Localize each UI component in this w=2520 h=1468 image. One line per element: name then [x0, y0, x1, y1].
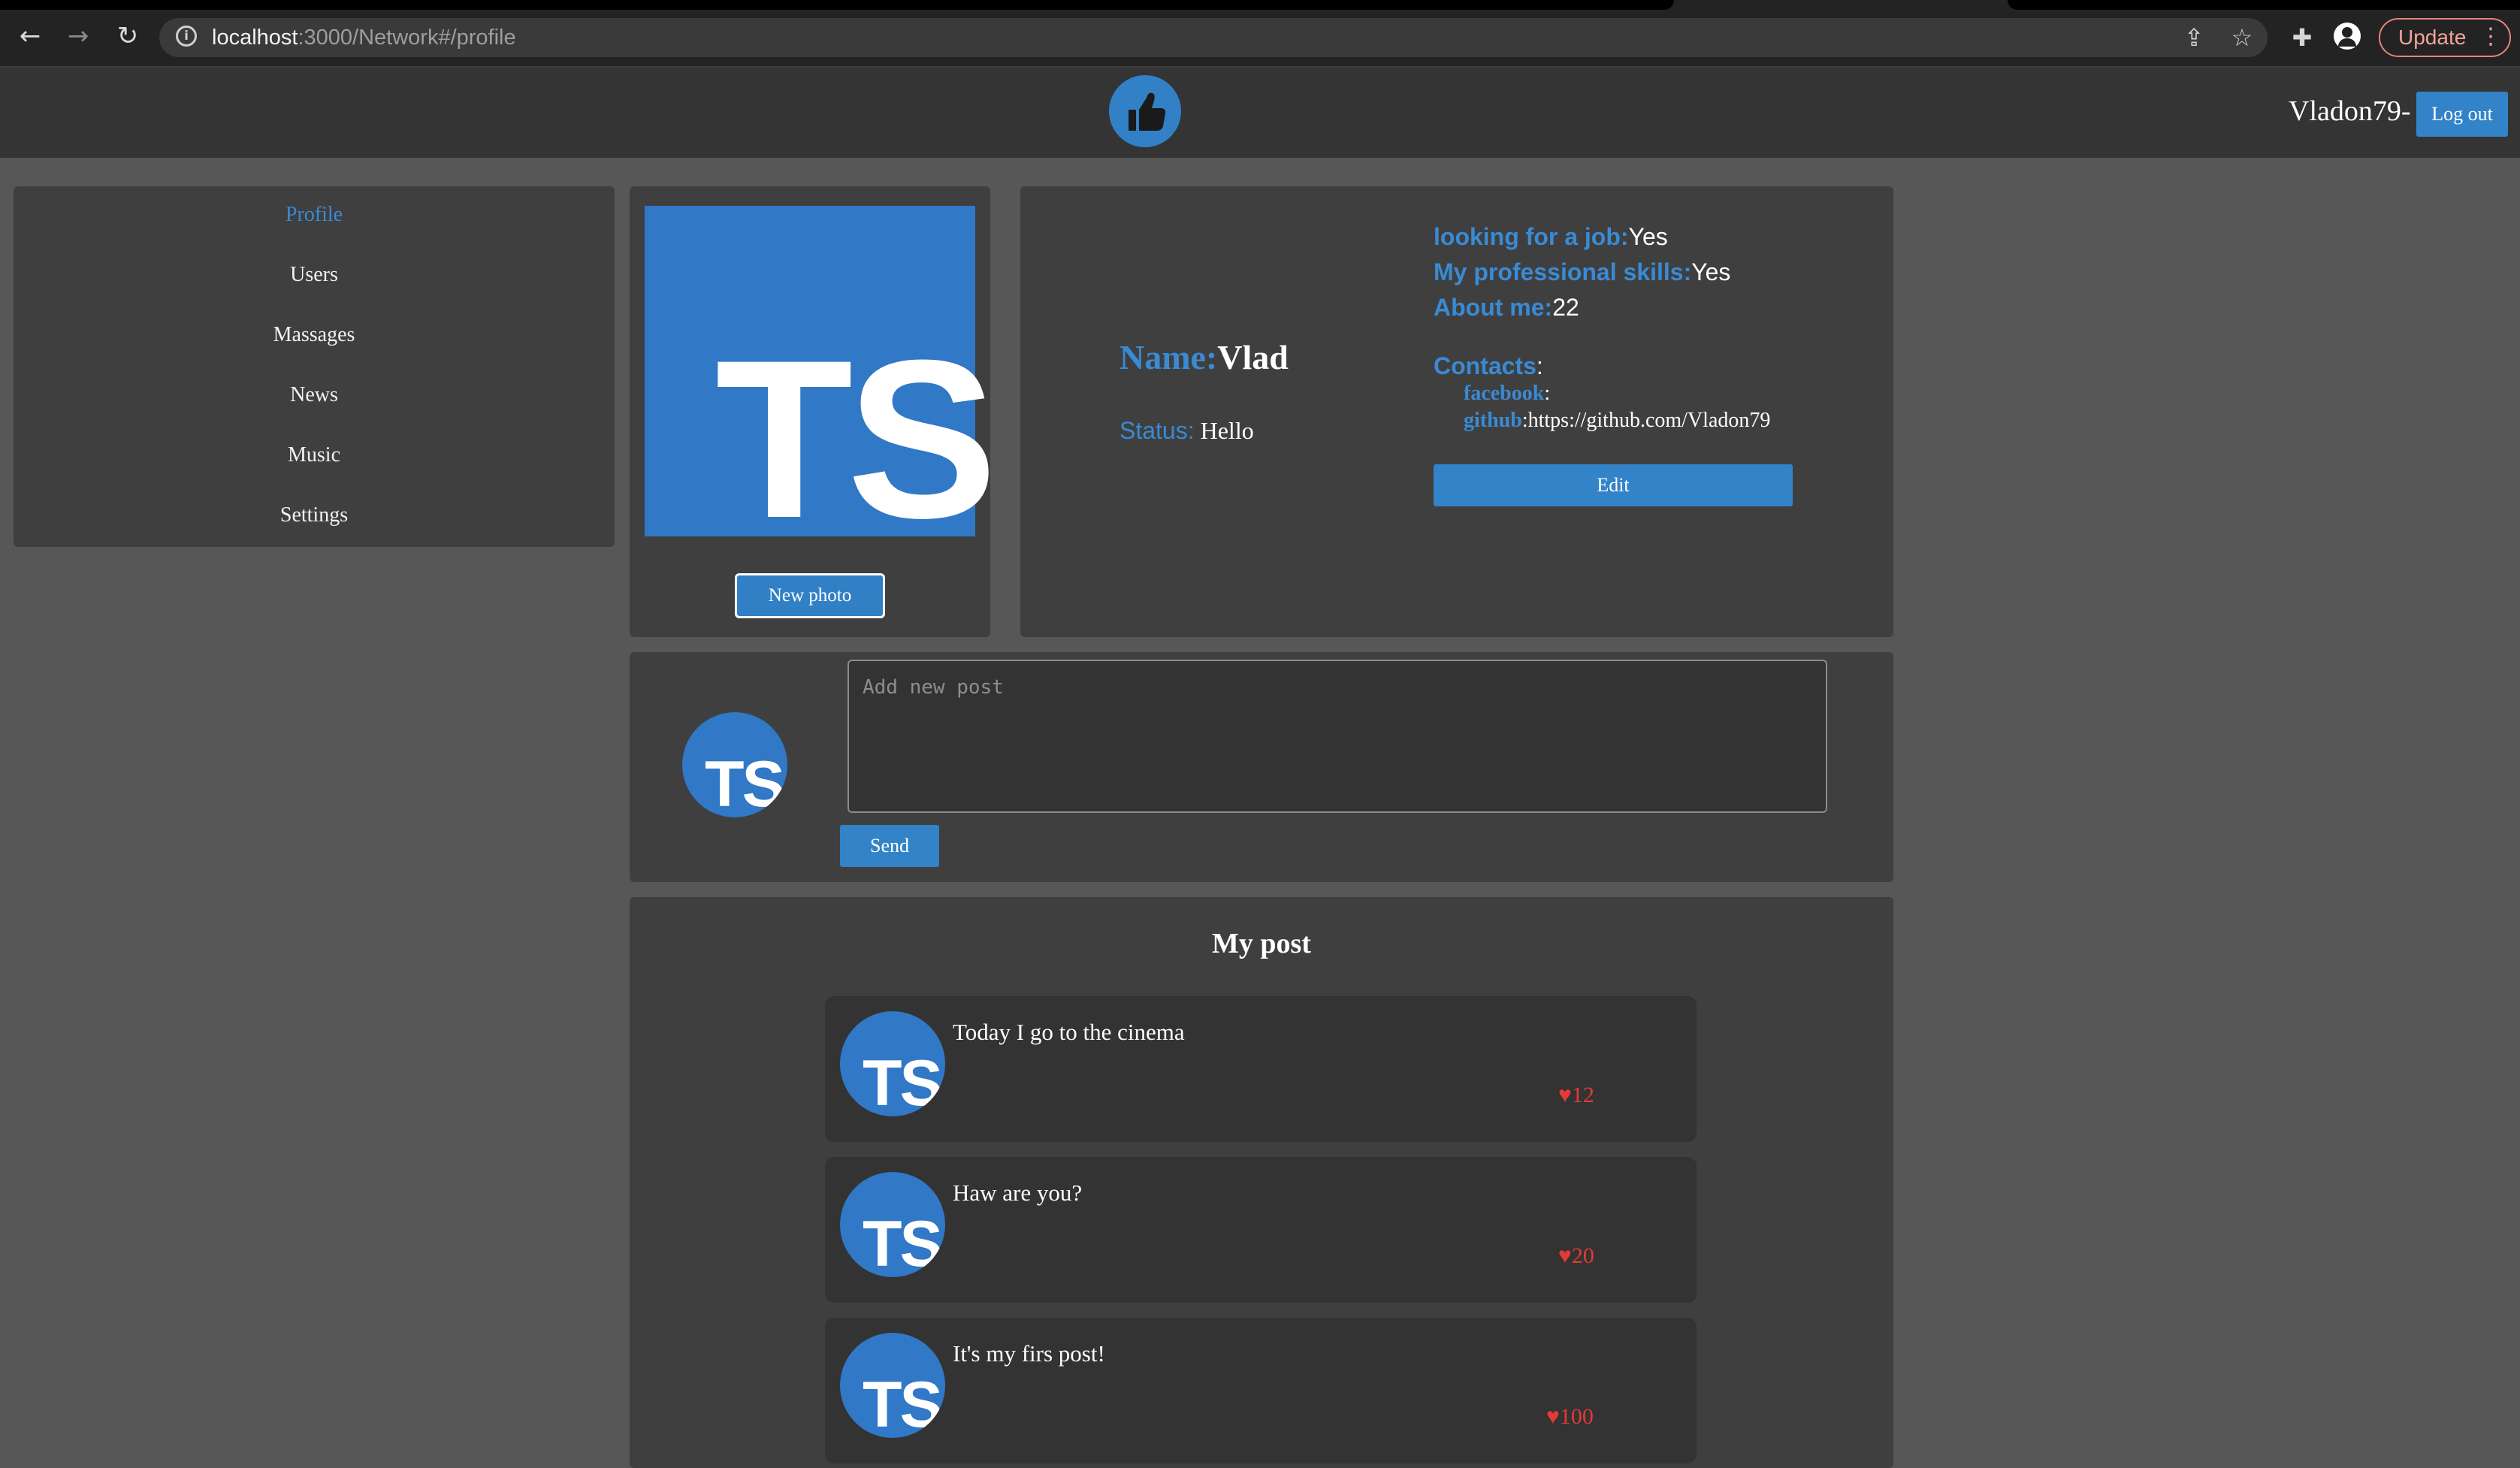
skills-row: My professional skills:Yes [1434, 256, 1730, 288]
extensions-puzzle-icon[interactable]: ✚ [2286, 21, 2319, 54]
reload-icon[interactable]: ↻ [111, 20, 144, 53]
avatar-text: TS [863, 1047, 943, 1116]
contact-value[interactable]: https://github.com/Vladon79 [1528, 409, 1771, 432]
site-info-icon[interactable]: i [176, 26, 197, 47]
skills-value: Yes [1691, 258, 1731, 285]
sidebar-item-music[interactable]: Music [14, 440, 615, 470]
looking-job-value: Yes [1628, 223, 1668, 250]
about-label: About me: [1434, 294, 1553, 321]
contact-name: facebook [1464, 382, 1545, 405]
post-item: TS Haw are you? ♥20 [825, 1157, 1697, 1303]
contact-github: github:https://github.com/Vladon79 [1464, 409, 1771, 432]
sidebar-item-profile[interactable]: Profile [14, 200, 615, 230]
sidebar-item-news[interactable]: News [14, 380, 615, 410]
status-label: Status: [1119, 417, 1195, 444]
about-value: 22 [1552, 294, 1579, 321]
address-url[interactable]: localhost:3000/Network#/profile [212, 21, 516, 54]
post-avatar: TS [840, 1172, 945, 1277]
sidebar-item-users[interactable]: Users [14, 260, 615, 290]
name-value: Vlad [1217, 338, 1289, 376]
logout-button[interactable]: Log out [2416, 92, 2508, 137]
contacts-label: Contacts [1434, 352, 1536, 379]
post-likes[interactable]: ♥20 [1558, 1241, 1594, 1271]
tab-strip-right [2008, 0, 2520, 10]
skills-label: My professional skills: [1434, 258, 1692, 285]
post-likes[interactable]: ♥12 [1558, 1080, 1594, 1110]
back-arrow-icon[interactable]: ← [14, 20, 47, 53]
looking-job-label: looking for a job: [1434, 223, 1629, 250]
status-value[interactable]: Hello [1201, 417, 1254, 444]
profile-status[interactable]: Status: Hello [1119, 415, 1254, 446]
post-text: Haw are you? [953, 1180, 1083, 1206]
app-header [0, 66, 2520, 158]
post-avatar: TS [840, 1333, 945, 1438]
send-post-button[interactable]: Send [840, 825, 939, 867]
name-label: Name: [1119, 338, 1218, 376]
profile-avatar: TS [645, 206, 997, 551]
post-likes[interactable]: ♥100 [1546, 1402, 1594, 1432]
looking-for-job-row: looking for a job:Yes [1434, 221, 1668, 252]
new-photo-button[interactable]: New photo [735, 573, 885, 618]
avatar-text: TS [863, 1208, 943, 1277]
profile-avatar-icon[interactable] [2334, 23, 2361, 50]
new-post-avatar: TS [682, 712, 787, 817]
browser-menu-icon[interactable]: ⋮ [2479, 18, 2502, 57]
sidebar-item-settings[interactable]: Settings [14, 500, 615, 530]
bookmark-star-icon[interactable]: ☆ [2225, 21, 2259, 54]
edit-profile-button[interactable]: Edit [1434, 464, 1793, 506]
forward-arrow-icon[interactable]: → [62, 20, 95, 53]
header-user-name: Vladon79- [2289, 95, 2411, 127]
post-item: TS It's my firs post! ♥100 [825, 1318, 1697, 1463]
tab-strip [0, 0, 1674, 10]
about-row: About me:22 [1434, 291, 1579, 323]
new-post-input[interactable] [848, 660, 1827, 813]
post-text: It's my firs post! [953, 1340, 1105, 1367]
avatar-text: TS [715, 313, 997, 565]
posts-title: My post [1212, 928, 1311, 959]
avatar-text: TS [705, 748, 785, 817]
sidebar-item-massages[interactable]: Massages [14, 320, 615, 350]
contact-facebook: facebook: [1464, 382, 1551, 405]
post-text: Today I go to the cinema [953, 1019, 1185, 1045]
contacts-heading: Contacts: [1434, 352, 1543, 379]
contact-name: github [1464, 409, 1522, 432]
avatar-text: TS [863, 1369, 943, 1438]
share-icon[interactable]: ⇪ [2177, 21, 2210, 54]
url-host: localhost [212, 26, 298, 50]
url-path: :3000/Network#/profile [298, 26, 516, 50]
profile-name: Name:Vlad [1119, 337, 1289, 379]
sidebar-nav: Profile Users Massages News Music Settin… [14, 186, 615, 547]
thumbs-up-logo-icon [1109, 75, 1181, 147]
post-avatar: TS [840, 1011, 945, 1116]
post-item: TS Today I go to the cinema ♥12 [825, 996, 1697, 1142]
